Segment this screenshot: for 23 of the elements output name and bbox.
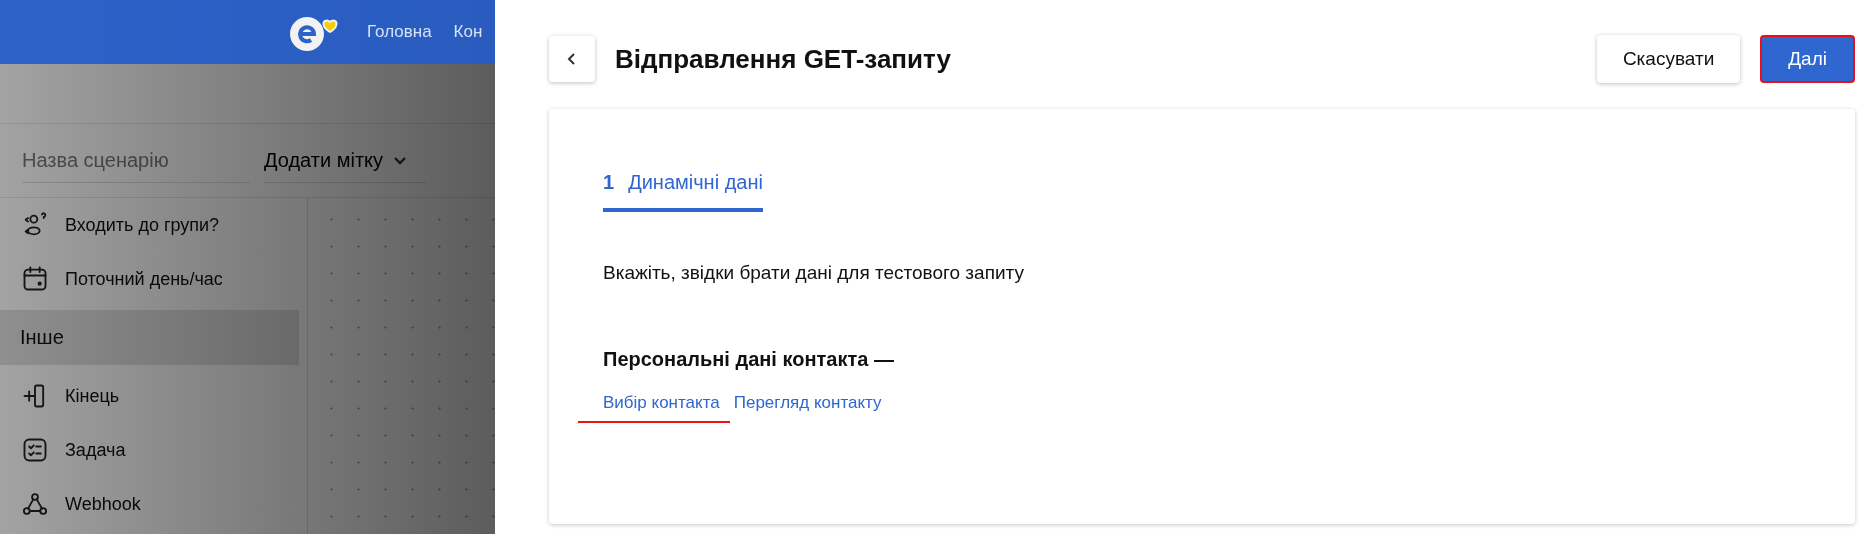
instruction-text: Вкажіть, звідки брати дані для тестового запиту xyxy=(603,262,1025,284)
contact-link[interactable]: Перегляд контакту xyxy=(733,393,882,423)
chevron-left-icon xyxy=(567,52,577,66)
sidebar-section[interactable]: Інше xyxy=(0,310,299,365)
section-title: Персональні дані контакта — xyxy=(603,348,895,371)
nav-link[interactable]: Головна xyxy=(367,22,432,42)
sidebar-item[interactable]: Задача xyxy=(65,439,126,461)
checklist-icon xyxy=(21,436,49,464)
tag-dropdown[interactable]: Додати мітку xyxy=(264,149,428,183)
next-button[interactable]: Далі xyxy=(1760,35,1855,83)
sidebar-item[interactable]: Входить до групи? xyxy=(65,214,220,236)
contact-link[interactable]: Вибір контакта xyxy=(578,393,730,423)
scenario-name-field[interactable]: Назва сценарію xyxy=(22,149,250,183)
sidebar-item[interactable]: Кінець xyxy=(65,385,120,407)
sidebar-item[interactable]: Webhook xyxy=(65,493,141,515)
cancel-button[interactable]: Скасувати xyxy=(1596,35,1741,83)
dialog-title: Відправлення GET-запиту xyxy=(615,43,952,75)
chevron-down-icon xyxy=(393,155,408,166)
calendar-icon xyxy=(21,265,49,293)
sidebar-item[interactable]: Поточний день/час xyxy=(65,268,223,290)
step-tab[interactable]: 1 Динамічні дані xyxy=(603,161,763,212)
nav-link[interactable]: Кон xyxy=(453,22,483,42)
webhook-icon xyxy=(21,490,49,518)
